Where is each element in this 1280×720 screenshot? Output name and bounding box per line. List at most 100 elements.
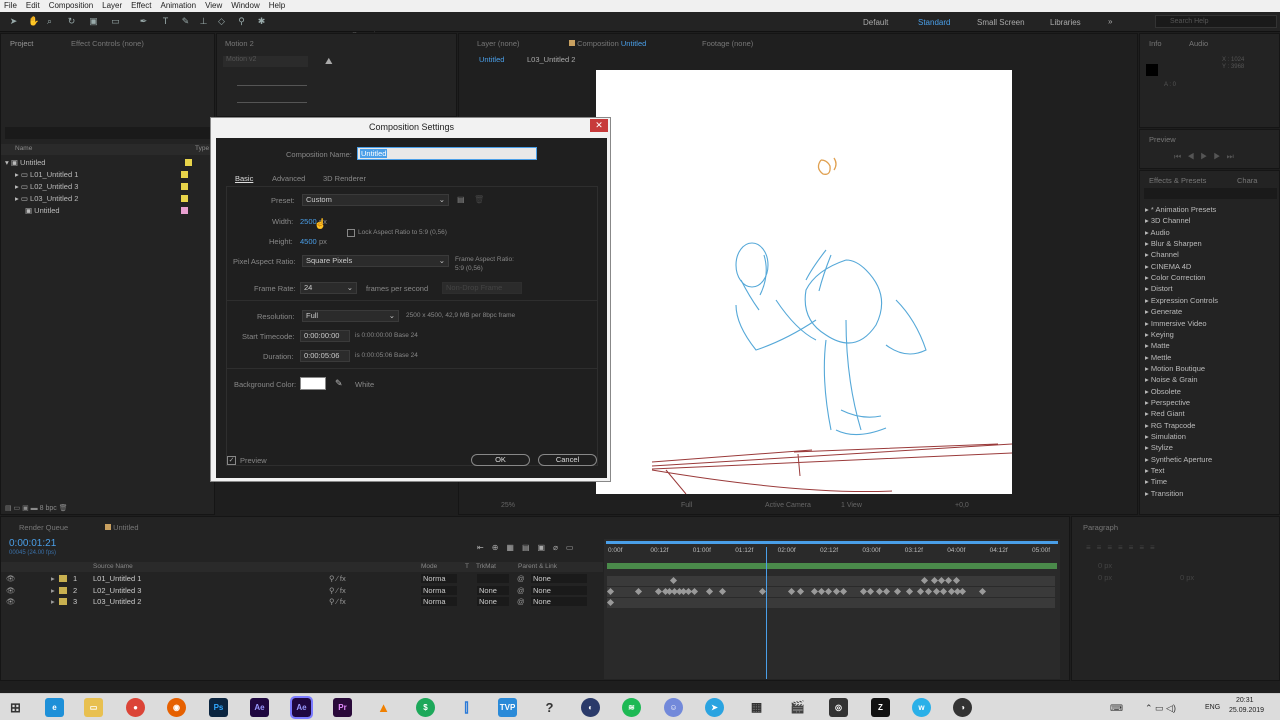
background-color-swatch[interactable]	[300, 377, 326, 390]
current-timecode[interactable]: 0:00:01:21	[9, 538, 56, 549]
tray-icons[interactable]: ⌃ ▭ ◁)	[1145, 703, 1176, 714]
after-effects-active-icon[interactable]: Ae	[290, 696, 313, 719]
delete-preset-icon[interactable]: 🗑	[474, 195, 484, 204]
effect-category[interactable]: ▸ Immersive Video	[1145, 319, 1207, 328]
pixel-aspect-select[interactable]: Square Pixels ⌄	[302, 255, 449, 267]
effect-category[interactable]: ▸ RG Trapcode	[1145, 421, 1195, 430]
layer-name[interactable]: L03_Untitled 2	[93, 596, 141, 607]
views-select[interactable]: 1 View	[841, 502, 862, 509]
project-search-input[interactable]	[5, 127, 210, 139]
effect-controls-tab[interactable]: Effect Controls (none)	[71, 39, 144, 48]
obs-like-icon[interactable]: ◎	[829, 698, 848, 717]
height-value[interactable]: 4500	[300, 237, 317, 246]
effect-category[interactable]: ▸ Synthetic Aperture	[1145, 455, 1212, 464]
after-effects-icon[interactable]: Ae	[250, 698, 269, 717]
effect-category[interactable]: ▸ Keying	[1145, 330, 1174, 339]
work-area-bar[interactable]	[606, 541, 1058, 544]
project-item-folder[interactable]: ▸ ▭ L03_Untitled 2	[15, 193, 188, 205]
timeline-switches[interactable]: ⇤⊕▦▤▣⌀▭	[477, 543, 581, 552]
label-color[interactable]	[59, 586, 67, 594]
puppet-tool-icon[interactable]: ✱	[256, 16, 267, 27]
workspace-small-screen[interactable]: Small Screen	[977, 18, 1025, 27]
layer-switches[interactable]: ⚲ ∕ fx	[329, 596, 346, 607]
project-item-folder[interactable]: ▸ ▭ L02_Untitled 3	[15, 181, 188, 193]
firefox-icon[interactable]: ◉	[167, 698, 186, 717]
workspace-default[interactable]: Default	[863, 18, 888, 27]
render-queue-tab[interactable]: Render Queue	[19, 523, 68, 532]
language-indicator[interactable]: ENG	[1205, 704, 1220, 711]
trkmat-select[interactable]: None	[477, 585, 509, 595]
discord-icon[interactable]: ☺	[664, 698, 683, 717]
character-tab[interactable]: Chara	[1237, 176, 1257, 185]
comp-name-input[interactable]: Untitled	[357, 147, 537, 160]
preset-select[interactable]: Custom ⌄	[302, 194, 449, 206]
layer-row[interactable]: 👁 ▸ 1 L01_Untitled 1 ⚲ ∕ fx Norma @ None	[1, 573, 603, 584]
effect-category[interactable]: ▸ Noise & Grain	[1145, 375, 1198, 384]
brush-tool-icon[interactable]: ✎	[180, 16, 191, 27]
name-column-header[interactable]: Name	[15, 145, 32, 152]
tab-3d-renderer[interactable]: 3D Renderer	[323, 174, 366, 183]
bpc-label[interactable]: 8 bpc	[40, 505, 57, 512]
expand-icon[interactable]: ▸	[51, 585, 55, 596]
effect-category[interactable]: ▸ Audio	[1145, 228, 1170, 237]
clock-time[interactable]: 20:31	[1236, 697, 1254, 704]
tab-basic[interactable]: Basic	[235, 174, 253, 183]
effect-category[interactable]: ▸ Red Giant	[1145, 409, 1185, 418]
effect-category[interactable]: ▸ Stylize	[1145, 443, 1173, 452]
canvas[interactable]	[596, 70, 1013, 495]
motion-slider[interactable]	[237, 102, 307, 103]
project-tab[interactable]: Project	[10, 39, 33, 48]
telegram-icon[interactable]: ➤	[705, 698, 724, 717]
hand-tool-icon[interactable]: ✋	[28, 16, 39, 27]
effects-presets-tab[interactable]: Effects & Presets	[1149, 176, 1206, 185]
effect-category[interactable]: ▸ 3D Channel	[1145, 216, 1190, 225]
space-after[interactable]: 0 px	[1180, 573, 1194, 582]
breadcrumb-l03[interactable]: L03_Untitled 2	[527, 55, 575, 64]
parent-select[interactable]: None	[531, 597, 587, 606]
mode-header[interactable]: Mode	[421, 563, 437, 570]
search-help-input[interactable]: Search Help	[1155, 15, 1277, 28]
project-item-comp[interactable]: ▾ ▣ Untitled	[5, 157, 192, 169]
tvp-icon[interactable]: TVP	[498, 698, 517, 717]
audio-tab[interactable]: Audio	[1189, 39, 1208, 48]
effect-category[interactable]: ▸ Channel	[1145, 250, 1179, 259]
menu-window[interactable]: Window	[231, 0, 259, 12]
premiere-icon[interactable]: Pr	[333, 698, 352, 717]
timeline-graph[interactable]: 0:00f 00:12f 01:00f 01:12f 02:00f 02:12f 03:00…	[604, 539, 1060, 679]
resolution-select[interactable]: Full	[681, 502, 692, 509]
indent-first[interactable]: 0 px	[1098, 573, 1112, 582]
effect-category[interactable]: ▸ Text	[1145, 466, 1164, 475]
resolution-select[interactable]: Full ⌄	[302, 310, 399, 322]
photoshop-icon[interactable]: Ps	[209, 698, 228, 717]
start-button-icon[interactable]: ⊞	[6, 698, 25, 717]
frame-rate-input[interactable]: 24 ⌄	[300, 282, 357, 294]
preview-checkbox[interactable]: ✓	[227, 456, 236, 465]
lock-aspect-checkbox[interactable]	[347, 229, 355, 237]
motion-tab[interactable]: Motion 2	[225, 39, 254, 48]
more-workspaces-icon[interactable]: »	[1108, 17, 1112, 26]
indent-left[interactable]: 0 px	[1098, 561, 1112, 570]
ok-button[interactable]: OK	[471, 454, 530, 466]
effect-category[interactable]: ▸ Expression Controls	[1145, 296, 1218, 305]
close-button[interactable]: ✕	[590, 119, 608, 132]
rotate-tool-icon[interactable]: ↻	[66, 16, 77, 27]
paragraph-tab[interactable]: Paragraph	[1083, 523, 1118, 532]
label-color[interactable]	[59, 575, 67, 582]
effect-category[interactable]: ▸ CINEMA 4D	[1145, 262, 1191, 271]
z-app-icon[interactable]: Z	[871, 698, 890, 717]
t-header[interactable]: T	[465, 563, 469, 570]
visibility-icon[interactable]: 👁	[6, 596, 16, 607]
mask-rect-tool-icon[interactable]: ▭	[110, 16, 121, 27]
menu-view[interactable]: View	[205, 0, 222, 12]
trkmat-header[interactable]: TrkMat	[476, 563, 496, 570]
menu-effect[interactable]: Effect	[131, 0, 151, 12]
playhead[interactable]	[766, 547, 767, 679]
effect-category[interactable]: ▸ * Animation Presets	[1145, 205, 1216, 214]
info-tab[interactable]: Info	[1149, 39, 1162, 48]
motion-slider[interactable]	[237, 85, 307, 86]
effect-category[interactable]: ▸ Mettle	[1145, 353, 1171, 362]
breadcrumb-untitled[interactable]: Untitled	[479, 55, 504, 64]
effect-category[interactable]: ▸ Color Correction	[1145, 273, 1205, 282]
menu-help[interactable]: Help	[269, 0, 285, 12]
start-timecode-input[interactable]: 0:00:00:00	[300, 330, 350, 342]
